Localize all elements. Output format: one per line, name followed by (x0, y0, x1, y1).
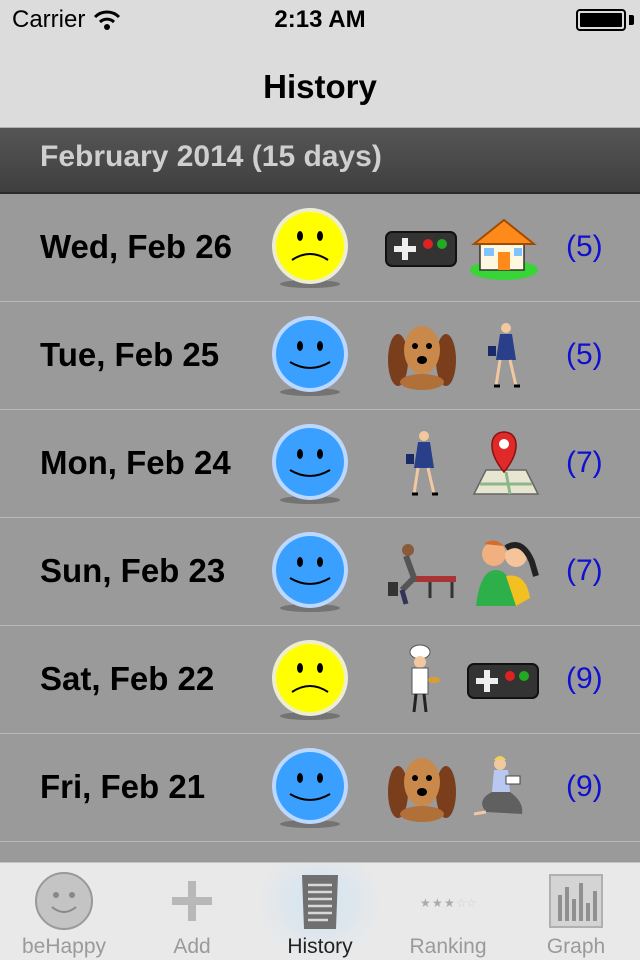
tab-label: Add (173, 935, 211, 958)
history-row[interactable]: Fri, Feb 21 (9) (0, 734, 640, 842)
page-title: History (263, 68, 377, 105)
tab-ranking[interactable]: ★ ★ ★ ☆ ☆ Ranking (384, 863, 512, 960)
row-date: Sun, Feb 23 (40, 552, 226, 589)
happy-blue-face-icon (268, 530, 352, 614)
status-bar: Carrier 2:13 AM (0, 0, 640, 40)
chef-icon (384, 644, 460, 716)
svg-text:☆: ☆ (466, 896, 477, 910)
history-row[interactable]: Sun, Feb 23 (7) (0, 518, 640, 626)
happy-blue-face-icon (268, 422, 352, 506)
happy-blue-face-icon (268, 314, 352, 398)
tab-add[interactable]: Add (128, 863, 256, 960)
hugging-couple-icon (466, 536, 542, 608)
businesswoman-icon (384, 428, 460, 500)
history-row[interactable]: Tue, Feb 25 (5) (0, 302, 640, 410)
history-row[interactable]: Mon, Feb 24 (7) (0, 410, 640, 518)
stars-icon: ★ ★ ★ ☆ ☆ (416, 869, 480, 933)
dog-icon (384, 320, 460, 392)
history-row[interactable]: Wed, Feb 26 (5) (0, 194, 640, 302)
neutral-yellow-face-icon (268, 206, 352, 290)
history-row[interactable]: Sat, Feb 22 (9) (0, 626, 640, 734)
navigation-bar: History (0, 40, 640, 128)
row-count: (7) (566, 554, 603, 587)
plus-icon (160, 869, 224, 933)
svg-text:★: ★ (420, 896, 431, 910)
businesswoman-icon (466, 320, 542, 392)
reading-woman-icon (466, 752, 542, 824)
row-date: Wed, Feb 26 (40, 228, 232, 265)
status-time: 2:13 AM (274, 6, 366, 33)
house-icon (466, 212, 542, 284)
row-date: Tue, Feb 25 (40, 336, 220, 373)
battery-icon (576, 9, 626, 31)
row-count: (9) (566, 770, 603, 803)
row-count: (7) (566, 446, 603, 479)
neutral-yellow-face-icon (268, 638, 352, 722)
history-list: Wed, Feb 26 (5) Tue, Feb 25 (5) Mon, Feb 24 (… (0, 194, 640, 842)
svg-text:★: ★ (444, 896, 455, 910)
happy-blue-face-icon (268, 746, 352, 830)
section-header: February 2014 (15 days) (0, 128, 640, 194)
row-date: Fri, Feb 21 (40, 768, 206, 805)
row-date: Sat, Feb 22 (40, 660, 215, 697)
tab-label: beHappy (21, 935, 107, 958)
row-count: (9) (566, 662, 603, 695)
row-count: (5) (566, 338, 603, 371)
tab-behappy[interactable]: beHappy (0, 863, 128, 960)
weightlifting-icon (384, 536, 460, 608)
section-title: February 2014 (15 days) (40, 140, 382, 173)
battery-tip (629, 15, 634, 25)
tab-graph[interactable]: Graph (512, 863, 640, 960)
smiley-icon (32, 869, 96, 933)
tab-bar: beHappy Add History ★ ★ ★ ☆ ☆ Ranking Graph (0, 862, 640, 960)
dog-icon (384, 752, 460, 824)
tab-label: History (287, 935, 353, 958)
map-pin-icon (466, 428, 542, 500)
gamepad-icon (466, 644, 542, 716)
gamepad-icon (384, 212, 460, 284)
row-count: (5) (566, 230, 603, 263)
bar-chart-icon (544, 869, 608, 933)
tab-label: Graph (546, 935, 606, 958)
document-icon (288, 869, 352, 933)
row-date: Mon, Feb 24 (40, 444, 231, 481)
tab-label: Ranking (409, 935, 487, 958)
svg-text:★: ★ (432, 896, 443, 910)
tab-history[interactable]: History (256, 863, 384, 960)
